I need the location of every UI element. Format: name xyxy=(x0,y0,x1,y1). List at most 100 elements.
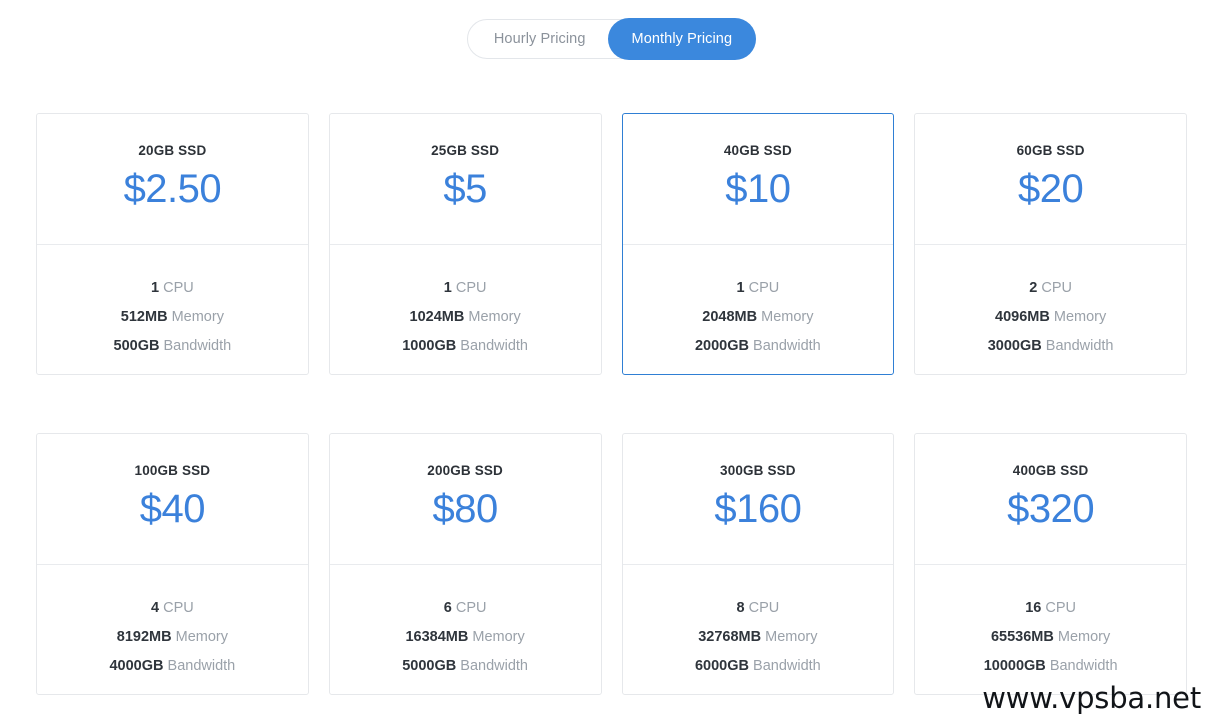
spec-memory-label: Memory xyxy=(468,309,521,325)
pricing-card[interactable]: 200GB SSD $80 6 CPU 16384MB Memory 5000GB Ba… xyxy=(328,433,602,695)
pricing-card[interactable]: 40GB SSD $10 1 CPU 2048MB Memory 2000GB Band… xyxy=(621,113,895,375)
pricing-card-title: 20GB SSD xyxy=(138,143,207,158)
pricing-card-header: 20GB SSD $2.50 xyxy=(37,114,308,245)
spec-cpu: 2 CPU xyxy=(1029,274,1072,303)
pricing-card-header: 40GB SSD $10 xyxy=(622,114,894,245)
spec-bandwidth-value: 6000GB xyxy=(694,658,749,674)
spec-bandwidth-label: Bandwidth xyxy=(163,338,232,354)
pricing-card-title: 300GB SSD xyxy=(720,463,796,478)
pricing-card-price: $160 xyxy=(714,487,802,531)
spec-memory-value: 32768MB xyxy=(698,629,762,645)
pricing-card-specs: 16 CPU 65536MB Memory 10000GB Bandwidth xyxy=(915,565,1186,694)
pricing-card-specs: 8 CPU 32768MB Memory 6000GB Bandwidth xyxy=(623,565,894,694)
pricing-card-price: $80 xyxy=(432,487,499,531)
spec-memory: 32768MB Memory xyxy=(698,623,817,652)
spec-memory: 1024MB Memory xyxy=(410,303,521,332)
spec-memory: 2048MB Memory xyxy=(702,303,813,332)
spec-bandwidth-value: 10000GB xyxy=(983,658,1046,674)
pricing-card-title: 60GB SSD xyxy=(1016,143,1085,158)
spec-cpu-label: CPU xyxy=(455,280,487,296)
spec-cpu-value: 1 xyxy=(151,280,160,296)
spec-bandwidth: 3000GB Bandwidth xyxy=(988,332,1114,361)
spec-memory-value: 512MB xyxy=(120,309,168,325)
spec-memory-value: 4096MB xyxy=(995,309,1050,325)
spec-memory-value: 2048MB xyxy=(702,309,758,325)
spec-bandwidth: 5000GB Bandwidth xyxy=(402,652,528,681)
spec-bandwidth-label: Bandwidth xyxy=(753,658,821,674)
spec-bandwidth: 10000GB Bandwidth xyxy=(984,652,1118,681)
spec-bandwidth-label: Bandwidth xyxy=(753,338,821,354)
pricing-card[interactable]: 400GB SSD $320 16 CPU 65536MB Memory 10000GB… xyxy=(914,433,1187,695)
spec-bandwidth-label: Bandwidth xyxy=(460,338,528,354)
pricing-card-title: 40GB SSD xyxy=(723,143,792,158)
spec-cpu-value: 6 xyxy=(443,600,452,616)
pricing-card-header: 100GB SSD $40 xyxy=(37,434,308,565)
pricing-card-price: $5 xyxy=(443,167,487,211)
spec-memory: 65536MB Memory xyxy=(991,623,1110,652)
spec-memory-label: Memory xyxy=(175,629,228,645)
pricing-card[interactable]: 300GB SSD $160 8 CPU 32768MB Memory 6000GB B… xyxy=(621,433,895,695)
spec-cpu-value: 16 xyxy=(1025,600,1042,616)
spec-bandwidth-value: 3000GB xyxy=(987,338,1042,354)
pricing-card-price: $320 xyxy=(1007,487,1095,531)
pricing-card[interactable]: 25GB SSD $5 1 CPU 1024MB Memory 1000GB Bandw… xyxy=(328,113,602,375)
pricing-card-price: $40 xyxy=(139,487,206,531)
spec-bandwidth-label: Bandwidth xyxy=(1045,338,1114,354)
spec-memory-label: Memory xyxy=(171,309,224,325)
site-watermark: www.vpsba.net xyxy=(982,681,1201,715)
spec-memory-value: 8192MB xyxy=(116,629,172,645)
pricing-card-header: 60GB SSD $20 xyxy=(915,114,1186,245)
spec-memory-label: Memory xyxy=(1057,629,1111,645)
toggle-option-hourly[interactable]: Hourly Pricing xyxy=(468,19,608,59)
pricing-card-title: 100GB SSD xyxy=(134,463,211,478)
spec-bandwidth: 1000GB Bandwidth xyxy=(402,332,528,361)
spec-bandwidth: 4000GB Bandwidth xyxy=(109,652,235,681)
pricing-card[interactable]: 100GB SSD $40 4 CPU 8192MB Memory 4000GB Ban… xyxy=(36,433,309,695)
spec-cpu-label: CPU xyxy=(748,600,780,616)
spec-cpu: 1 CPU xyxy=(444,274,487,303)
spec-bandwidth-label: Bandwidth xyxy=(460,658,528,674)
spec-cpu-value: 1 xyxy=(443,280,452,296)
spec-cpu: 1 CPU xyxy=(737,274,780,303)
pricing-period-toggle[interactable]: Hourly Pricing Monthly Pricing xyxy=(466,18,757,60)
spec-memory: 512MB Memory xyxy=(121,303,224,332)
pricing-card-price: $10 xyxy=(725,167,791,211)
spec-cpu: 6 CPU xyxy=(444,594,487,623)
pricing-card-specs: 1 CPU 2048MB Memory 2000GB Bandwidth xyxy=(623,245,894,374)
spec-cpu-label: CPU xyxy=(1041,280,1072,296)
spec-memory-label: Memory xyxy=(472,629,525,645)
toggle-option-monthly[interactable]: Monthly Pricing xyxy=(607,18,757,60)
spec-cpu-value: 2 xyxy=(1029,280,1038,296)
spec-bandwidth: 500GB Bandwidth xyxy=(114,332,232,361)
spec-bandwidth-value: 1000GB xyxy=(402,338,457,354)
spec-cpu: 8 CPU xyxy=(737,594,780,623)
pricing-card-specs: 1 CPU 1024MB Memory 1000GB Bandwidth xyxy=(330,245,601,374)
pricing-card[interactable]: 60GB SSD $20 2 CPU 4096MB Memory 3000GB Band… xyxy=(914,113,1187,375)
spec-memory-value: 1024MB xyxy=(409,309,465,325)
pricing-card-title: 400GB SSD xyxy=(1012,463,1089,478)
spec-bandwidth: 6000GB Bandwidth xyxy=(695,652,821,681)
pricing-card[interactable]: 20GB SSD $2.50 1 CPU 512MB Memory 500GB Band… xyxy=(36,113,309,375)
spec-memory: 16384MB Memory xyxy=(405,623,524,652)
spec-memory-value: 65536MB xyxy=(990,629,1054,645)
spec-cpu: 16 CPU xyxy=(1025,594,1076,623)
spec-bandwidth-value: 5000GB xyxy=(402,658,457,674)
spec-memory-label: Memory xyxy=(1053,309,1107,325)
spec-memory-label: Memory xyxy=(765,629,818,645)
spec-memory-value: 16384MB xyxy=(405,629,469,645)
pricing-card-specs: 6 CPU 16384MB Memory 5000GB Bandwidth xyxy=(330,565,601,694)
spec-cpu-label: CPU xyxy=(1045,600,1077,616)
spec-bandwidth-value: 500GB xyxy=(113,338,160,354)
spec-cpu-value: 1 xyxy=(736,280,745,296)
pricing-card-header: 200GB SSD $80 xyxy=(329,434,601,565)
pricing-card-price: $2.50 xyxy=(123,167,222,211)
spec-cpu-value: 4 xyxy=(151,600,160,616)
pricing-card-title: 25GB SSD xyxy=(431,143,500,158)
spec-memory: 4096MB Memory xyxy=(995,303,1106,332)
pricing-card-header: 400GB SSD $320 xyxy=(915,434,1186,565)
spec-cpu-value: 8 xyxy=(736,600,745,616)
spec-bandwidth-label: Bandwidth xyxy=(1049,658,1118,674)
spec-bandwidth-value: 4000GB xyxy=(109,658,164,674)
pricing-page: Hourly Pricing Monthly Pricing 20GB SSD $… xyxy=(0,0,1223,717)
pricing-card-specs: 4 CPU 8192MB Memory 4000GB Bandwidth xyxy=(37,565,308,694)
